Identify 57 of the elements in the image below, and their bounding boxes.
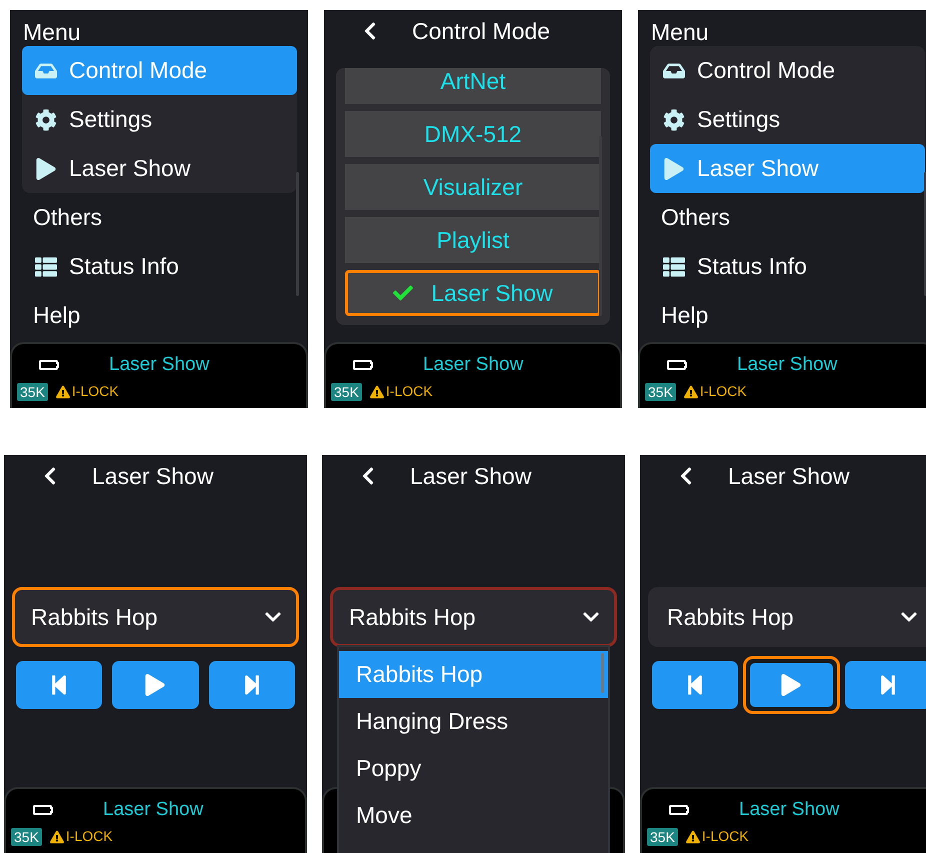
song-dropdown[interactable]: Rabbits Hop: [330, 587, 617, 647]
mode-option[interactable]: DMX-512: [345, 111, 601, 157]
mode-label: Laser Show: [103, 798, 204, 822]
play-icon: [144, 674, 166, 696]
interlock-warning: I-LOCK: [66, 827, 113, 846]
menu-item[interactable]: Others: [22, 193, 297, 242]
screen-title: Laser Show: [92, 462, 214, 491]
menu-item[interactable]: Status Info: [650, 242, 925, 291]
frequency-tag: 35K: [645, 382, 676, 400]
play-icon: [780, 674, 802, 696]
screen-title: Menu: [23, 18, 81, 46]
frequency-tag: 35K: [647, 828, 678, 846]
menu-item[interactable]: Laser Show: [22, 144, 297, 193]
mode-option[interactable]: ArtNet: [345, 68, 601, 104]
mode-label: Laser Show: [423, 352, 524, 377]
dropdown-option[interactable]: Hanging Dress: [339, 698, 608, 745]
song-dropdown[interactable]: Rabbits Hop: [12, 587, 299, 647]
interlock-warning: I-LOCK: [700, 382, 747, 401]
menu-item[interactable]: Settings: [22, 95, 297, 144]
gear-icon: [33, 108, 59, 130]
list-icon: [661, 256, 687, 278]
screen-title: Laser Show: [410, 462, 532, 491]
mode-option[interactable]: Playlist: [345, 217, 601, 263]
menu-item[interactable]: Help: [22, 291, 297, 340]
check-icon: [393, 283, 414, 303]
screen-title: Laser Show: [728, 462, 850, 491]
scrollbar[interactable]: [599, 136, 602, 316]
mode-label: Laser Show: [737, 352, 838, 377]
song-dropdown[interactable]: Rabbits Hop: [648, 587, 926, 647]
menu-item[interactable]: Help: [650, 291, 925, 340]
mode-label: Laser Show: [739, 798, 840, 822]
frequency-tag: 35K: [331, 382, 362, 400]
menu-item[interactable]: Others: [650, 193, 925, 242]
warning-icon: [50, 830, 64, 844]
screen-title: Control Mode: [412, 16, 550, 46]
warning-icon: [56, 384, 70, 398]
dropdown-option[interactable]: Move: [339, 792, 608, 839]
interlock-warning: I-LOCK: [386, 382, 433, 401]
warning-icon: [684, 384, 698, 398]
menu-item[interactable]: Settings: [650, 95, 925, 144]
mode-option[interactable]: Visualizer: [345, 164, 601, 210]
menu-item[interactable]: Control Mode: [650, 46, 925, 95]
dropdown-option[interactable]: Poppy: [339, 745, 608, 792]
interlock-warning: I-LOCK: [702, 827, 749, 846]
interlock-warning: I-LOCK: [72, 382, 119, 401]
menu-item[interactable]: Status Info: [22, 242, 297, 291]
screen-title: Menu: [651, 18, 709, 46]
gear-icon: [661, 108, 687, 130]
list-icon: [33, 256, 59, 278]
warning-icon: [686, 830, 700, 844]
mode-option[interactable]: Laser Show: [345, 270, 601, 316]
scrollbar[interactable]: [601, 653, 604, 693]
frequency-tag: 35K: [11, 828, 42, 846]
warning-icon: [370, 384, 384, 398]
transport-button[interactable]: [748, 661, 835, 709]
frequency-tag: 35K: [17, 382, 48, 400]
mode-label: Laser Show: [109, 352, 210, 377]
